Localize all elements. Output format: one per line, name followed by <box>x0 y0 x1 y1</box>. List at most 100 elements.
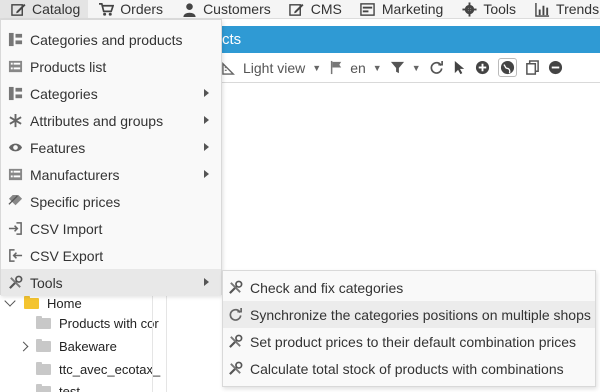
tree-node-test[interactable]: test <box>36 380 80 392</box>
cursor-icon <box>452 60 467 75</box>
folder-icon <box>36 361 51 375</box>
tree-node-label: Bakeware <box>59 338 117 354</box>
grid-toolbar: Light view ▼ en ▼ ▼ <box>222 53 600 83</box>
cart-icon <box>98 1 114 17</box>
web-button[interactable] <box>497 58 517 77</box>
list-icon <box>7 167 23 183</box>
light-view-dropdown[interactable]: Light view ▼ <box>222 60 321 76</box>
tree-node-label: test <box>59 383 80 392</box>
menu-item-csv-export[interactable]: CSV Export <box>1 242 221 269</box>
menu-item-manufacturers[interactable]: Manufacturers <box>1 161 221 188</box>
menu-item-features[interactable]: Features <box>1 134 221 161</box>
nav-orders-label: Orders <box>120 1 164 17</box>
nav-cms-label: CMS <box>310 1 342 17</box>
plus-circle-icon <box>475 60 490 75</box>
menu-item-categories[interactable]: Categories <box>1 80 221 107</box>
nav-customers-label: Customers <box>203 1 271 17</box>
nav-orders[interactable]: Orders <box>88 0 171 18</box>
tools-icon <box>7 275 23 291</box>
catalog-dropdown-menu: Categories and products Products list Ca… <box>0 19 222 296</box>
nav-trends-label: Trends <box>556 1 600 17</box>
gear-icon <box>461 1 477 17</box>
panel-divider <box>166 292 167 392</box>
collapse-icon <box>4 295 16 307</box>
light-view-label: Light view <box>243 59 306 76</box>
caret-down-icon: ▼ <box>372 62 382 73</box>
page-header-bar: cts <box>222 26 600 53</box>
select-mode-button[interactable] <box>452 60 467 75</box>
folder-icon <box>36 315 51 329</box>
submenu-arrow-icon <box>204 89 209 97</box>
caret-down-icon: ▼ <box>411 62 421 73</box>
nav-marketing[interactable]: Marketing <box>350 0 451 18</box>
caret-down-icon: ▼ <box>312 62 322 73</box>
submenu-arrow-icon <box>204 278 209 286</box>
nav-marketing-label: Marketing <box>381 1 444 17</box>
remove-button[interactable] <box>548 60 563 75</box>
submenu-item-label: Synchronize the categories positions on … <box>250 306 591 323</box>
menu-item-tools[interactable]: Tools <box>1 269 221 296</box>
eye-icon <box>7 140 23 156</box>
submenu-item-set-product-prices[interactable]: Set product prices to their default comb… <box>223 328 595 355</box>
nav-customers[interactable]: Customers <box>171 0 279 18</box>
menu-item-label: Categories and products <box>30 31 183 48</box>
nav-catalog[interactable]: Catalog <box>0 0 89 18</box>
copy-button[interactable] <box>525 60 540 75</box>
menu-item-products-list[interactable]: Products list <box>1 53 221 80</box>
edit-icon <box>289 1 305 17</box>
globe-icon <box>497 58 517 77</box>
submenu-item-check-and-fix-categories[interactable]: Check and fix categories <box>223 274 595 301</box>
user-icon <box>181 1 197 17</box>
submenu-arrow-icon <box>204 143 209 151</box>
submenu-item-label: Set product prices to their default comb… <box>250 333 577 350</box>
page-title: cts <box>222 31 242 48</box>
folder-icon <box>36 383 51 392</box>
asterisk-icon <box>7 113 23 129</box>
category-tree: Home Products with cor Bakeware ttc_avec… <box>0 292 160 392</box>
export-icon <box>7 248 23 264</box>
menu-item-label: CSV Import <box>30 220 103 237</box>
menu-item-label: Manufacturers <box>30 166 120 183</box>
submenu-item-synchronize-categories-positions[interactable]: Synchronize the categories positions on … <box>223 301 595 328</box>
submenu-arrow-icon <box>204 170 209 178</box>
add-button[interactable] <box>475 60 490 75</box>
folder-icon <box>24 295 39 309</box>
tree-node-label: Products with cor <box>59 315 159 331</box>
top-navigation: Catalog Orders Customers CMS Marketing T… <box>0 0 600 19</box>
menu-item-csv-import[interactable]: CSV Import <box>1 215 221 242</box>
submenu-item-label: Check and fix categories <box>250 279 404 296</box>
submenu-item-calculate-total-stock[interactable]: Calculate total stock of products with c… <box>223 355 595 382</box>
submenu-arrow-icon <box>204 116 209 124</box>
nav-catalog-label: Catalog <box>32 1 81 17</box>
menu-item-label: Categories <box>30 85 98 102</box>
ruler-icon <box>222 60 237 75</box>
nav-tools-label: Tools <box>483 1 517 17</box>
filter-icon <box>390 60 405 75</box>
filter-dropdown[interactable]: ▼ <box>390 60 421 75</box>
import-icon <box>7 221 23 237</box>
language-dropdown[interactable]: en ▼ <box>329 60 382 76</box>
refresh-icon <box>429 60 444 75</box>
submenu-item-label: Calculate total stock of products with c… <box>250 360 564 377</box>
nav-trends[interactable]: Trends <box>524 0 600 18</box>
menu-item-categories-and-products[interactable]: Categories and products <box>1 26 221 53</box>
price-tag-icon <box>7 194 23 210</box>
bar-chart-icon <box>534 1 550 17</box>
tree-node-ttc[interactable]: ttc_avec_ecotax_ <box>36 358 160 380</box>
menu-item-label: Products list <box>30 58 107 75</box>
expand-icon <box>18 341 29 351</box>
menu-item-specific-prices[interactable]: Specific prices <box>1 188 221 215</box>
nav-cms[interactable]: CMS <box>279 0 350 18</box>
panel-divider[interactable] <box>152 292 153 392</box>
tree-node-label: Home <box>47 295 82 311</box>
menu-item-attributes-and-groups[interactable]: Attributes and groups <box>1 107 221 134</box>
category-tree-icon <box>7 86 23 102</box>
tree-node-bakeware[interactable]: Bakeware <box>18 335 117 357</box>
refresh-button[interactable] <box>429 60 444 75</box>
folder-icon <box>36 338 51 352</box>
tree-node-products-with[interactable]: Products with cor <box>36 312 159 334</box>
nav-tools[interactable]: Tools <box>451 0 524 18</box>
tools-icon <box>227 334 243 350</box>
category-tree-icon <box>7 32 23 48</box>
tree-node-label: ttc_avec_ecotax_ <box>59 361 161 377</box>
